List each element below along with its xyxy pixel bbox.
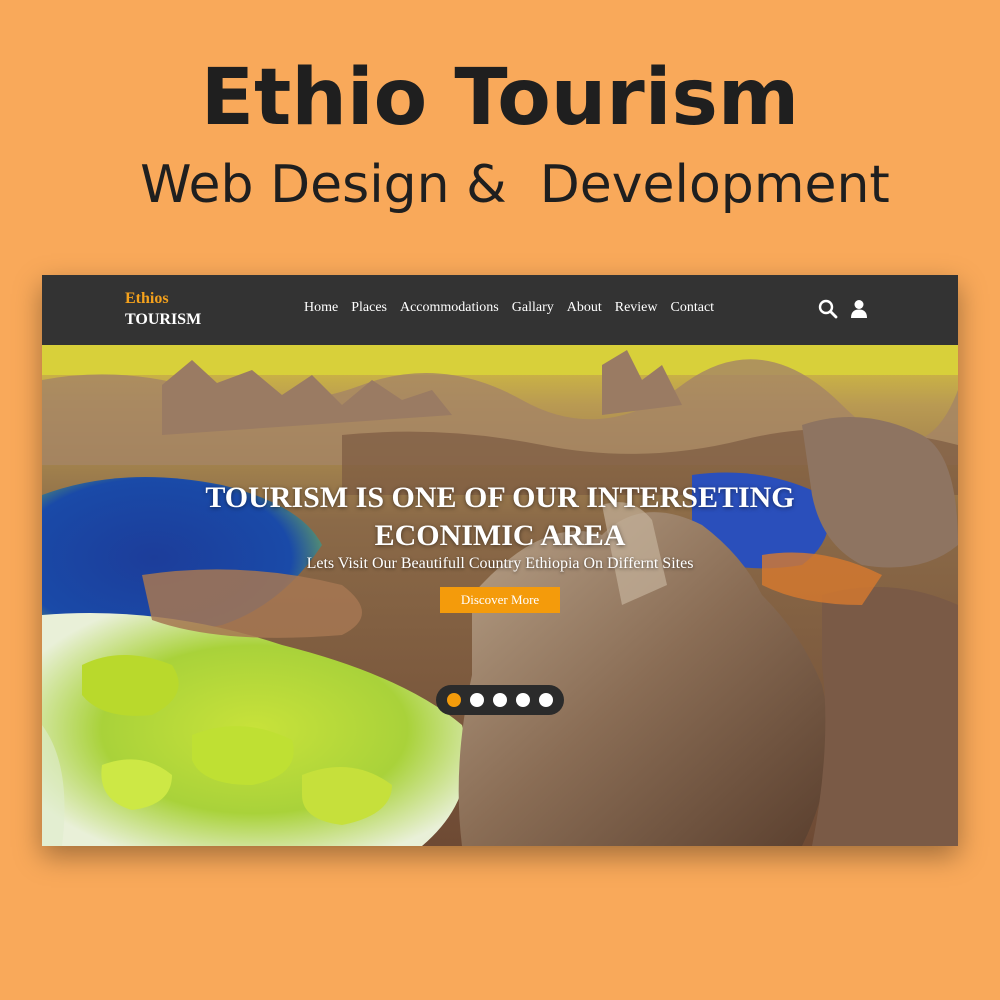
site-logo[interactable]: Ethios TOURISM: [125, 289, 201, 330]
carousel-dot-2[interactable]: [470, 693, 484, 707]
carousel-dot-3[interactable]: [493, 693, 507, 707]
nav-link-contact[interactable]: Contact: [671, 300, 715, 316]
hero-section: TOURISM IS ONE OF OUR INTERSETING ECONIM…: [42, 345, 958, 846]
carousel-dot-1[interactable]: [447, 693, 461, 707]
nav-link-about[interactable]: About: [567, 300, 602, 316]
nav-link-review[interactable]: Review: [615, 300, 658, 316]
discover-more-button[interactable]: Discover More: [440, 587, 560, 613]
nav-link-home[interactable]: Home: [304, 300, 338, 316]
search-icon[interactable]: [818, 299, 838, 319]
logo-top-text: Ethios: [125, 290, 169, 307]
user-icon[interactable]: [850, 299, 868, 319]
nav-link-gallery[interactable]: Gallary: [512, 300, 554, 316]
carousel-pagination: [436, 685, 564, 715]
hero-headline-line1: TOURISM IS ONE OF OUR INTERSETING: [205, 481, 795, 514]
carousel-dot-5[interactable]: [539, 693, 553, 707]
logo-bottom-text: TOURISM: [125, 311, 202, 328]
navbar: Ethios TOURISM Home Places Accommodation…: [42, 275, 958, 345]
nav-menu: Home Places Accommodations Gallary About…: [304, 300, 714, 316]
poster-subtitle: Web Design & Development: [140, 155, 890, 215]
nav-link-accommodations[interactable]: Accommodations: [400, 300, 499, 316]
poster-title: Ethio Tourism: [200, 53, 800, 143]
hero-tagline: Lets Visit Our Beautifull Country Ethiop…: [306, 555, 694, 572]
website-mockup: Ethios TOURISM Home Places Accommodation…: [42, 275, 958, 846]
carousel-dot-4[interactable]: [516, 693, 530, 707]
hero-headline-line2: ECONIMIC AREA: [374, 519, 626, 552]
nav-icons: [818, 299, 868, 319]
hero-headline: TOURISM IS ONE OF OUR INTERSETING ECONIM…: [42, 479, 958, 555]
nav-link-places[interactable]: Places: [351, 300, 387, 316]
